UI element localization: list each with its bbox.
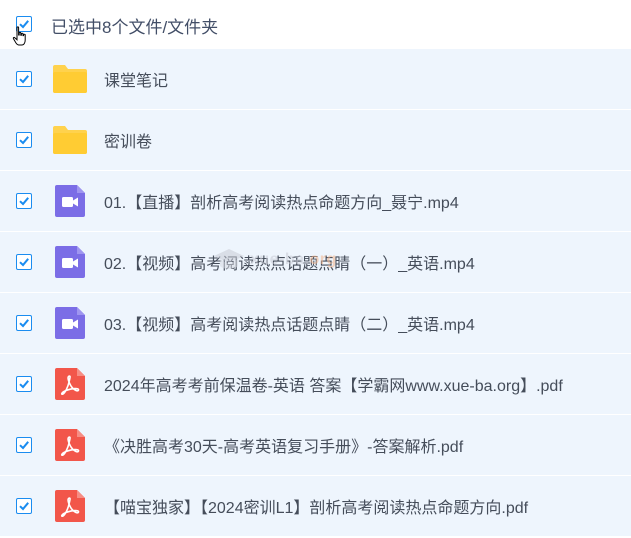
file-checkbox[interactable]	[16, 132, 32, 148]
file-checkbox[interactable]	[16, 315, 32, 331]
checkmark-icon	[19, 197, 29, 206]
file-name[interactable]: 密训卷	[104, 128, 152, 152]
folder-icon[interactable]	[52, 62, 88, 96]
file-checkbox[interactable]	[16, 437, 32, 453]
pdf-file-icon[interactable]	[52, 489, 88, 523]
checkmark-icon	[19, 380, 29, 389]
watermark-text: xue-ba.org	[250, 251, 337, 268]
file-checkbox[interactable]	[16, 376, 32, 392]
file-checkbox[interactable]	[16, 498, 32, 514]
file-row[interactable]: 密训卷	[0, 110, 631, 171]
pdf-file-icon[interactable]	[52, 428, 88, 462]
checkmark-icon	[19, 258, 29, 267]
pdf-file-icon[interactable]	[52, 367, 88, 401]
selection-header: 已选中8个文件/文件夹	[0, 0, 631, 48]
checkmark-icon	[19, 136, 29, 145]
hand-cursor-icon	[12, 26, 26, 46]
file-name[interactable]: 2024年高考考前保温卷-英语 答案【学霸网www.xue-ba.org】.pd…	[104, 372, 563, 396]
video-file-icon[interactable]	[52, 245, 88, 279]
file-row[interactable]: 01.【直播】剖析高考阅读热点命题方向_聂宁.mp4	[0, 171, 631, 232]
file-name[interactable]: 《决胜高考30天-高考英语复习手册》-答案解析.pdf	[104, 433, 463, 457]
file-checkbox[interactable]	[16, 193, 32, 209]
video-file-icon[interactable]	[52, 184, 88, 218]
checkmark-icon	[19, 75, 29, 84]
file-row[interactable]: 03.【视频】高考阅读热点话题点睛（二）_英语.mp4	[0, 293, 631, 354]
graduation-cap-icon	[214, 249, 244, 269]
file-row[interactable]: 【喵宝独家】【2024密训L1】剖析高考阅读热点命题方向.pdf	[0, 476, 631, 537]
file-name[interactable]: 【喵宝独家】【2024密训L1】剖析高考阅读热点命题方向.pdf	[104, 494, 528, 518]
file-name[interactable]: 课堂笔记	[104, 67, 168, 91]
file-checkbox[interactable]	[16, 254, 32, 270]
checkmark-icon	[19, 502, 29, 511]
checkmark-icon	[19, 319, 29, 328]
watermark: xue-ba.org	[212, 246, 337, 274]
file-row[interactable]: 课堂笔记	[0, 49, 631, 110]
file-row[interactable]: 《决胜高考30天-高考英语复习手册》-答案解析.pdf	[0, 415, 631, 476]
checkmark-icon	[19, 441, 29, 450]
file-name[interactable]: 01.【直播】剖析高考阅读热点命题方向_聂宁.mp4	[104, 189, 459, 213]
file-name[interactable]: 03.【视频】高考阅读热点话题点睛（二）_英语.mp4	[104, 311, 475, 335]
selection-summary: 已选中8个文件/文件夹	[51, 18, 219, 37]
folder-icon[interactable]	[52, 123, 88, 157]
video-file-icon[interactable]	[52, 306, 88, 340]
file-row[interactable]: 2024年高考考前保温卷-英语 答案【学霸网www.xue-ba.org】.pd…	[0, 354, 631, 415]
file-checkbox[interactable]	[16, 71, 32, 87]
